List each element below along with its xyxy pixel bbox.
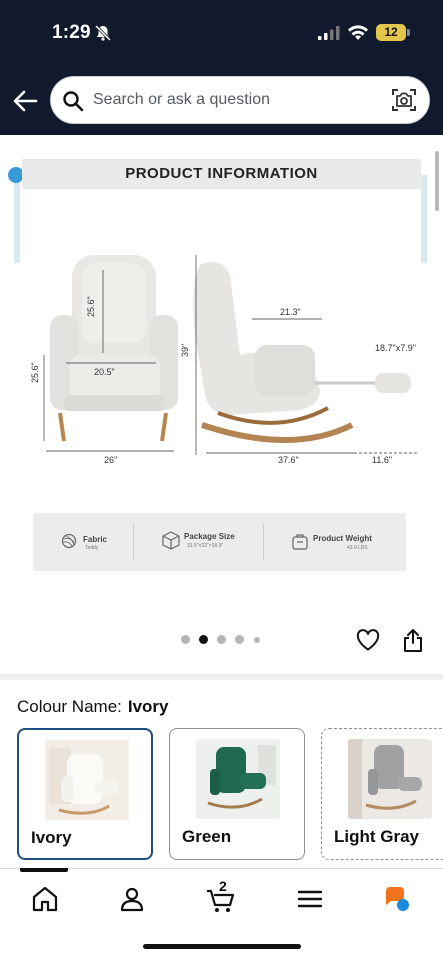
product-info-title: PRODUCT INFORMATION xyxy=(125,165,318,182)
scroll-indicator xyxy=(435,151,439,211)
carousel-dot[interactable] xyxy=(235,635,244,644)
spec-weight: Product Weight 43.9 LBS xyxy=(263,513,406,571)
share-icon[interactable] xyxy=(402,627,424,653)
spec-package-title: Package Size xyxy=(184,532,235,541)
green-chair-image xyxy=(196,739,280,819)
colour-label: Colour Name: xyxy=(17,697,122,716)
ivory-chair-image xyxy=(45,740,129,820)
dim-seat-depth: 21.3" xyxy=(280,307,301,317)
wifi-icon xyxy=(348,25,368,40)
account-icon[interactable] xyxy=(116,883,148,915)
chair-front-view xyxy=(50,255,178,442)
search-placeholder: Search or ask a question xyxy=(93,91,270,108)
swatch-label: Green xyxy=(182,827,232,846)
battery-indicator: 12 xyxy=(376,24,406,41)
home-icon[interactable] xyxy=(29,883,61,915)
carousel-dot[interactable] xyxy=(181,635,190,644)
product-image-carousel[interactable]: PRODUCT INFORMATION 25.6" 20.5" 25.6" 26… xyxy=(0,135,443,660)
cart-count-badge: 2 xyxy=(219,878,227,894)
carousel-dot-active[interactable] xyxy=(199,635,208,644)
home-indicator xyxy=(143,944,301,949)
colour-selected-value: Ivory xyxy=(127,697,169,716)
product-info-banner: PRODUCT INFORMATION xyxy=(22,159,421,189)
swatch-green[interactable]: Green xyxy=(169,728,305,860)
dim-back-height: 25.6" xyxy=(86,296,96,317)
swatch-label: Light Gray xyxy=(334,827,420,846)
back-arrow-icon[interactable] xyxy=(10,86,40,116)
dim-footrest-extension: 11.6" xyxy=(372,455,392,465)
package-box-icon xyxy=(162,531,180,550)
yarn-ball-icon xyxy=(61,533,77,549)
dim-overall-width: 26" xyxy=(104,455,117,465)
weight-scale-icon xyxy=(292,534,308,550)
section-divider xyxy=(0,674,443,680)
dim-overall-depth: 37.6" xyxy=(278,455,299,465)
search-input[interactable]: Search or ask a question xyxy=(50,76,430,124)
search-icon xyxy=(63,91,84,112)
heart-icon[interactable] xyxy=(355,628,381,652)
signal-icon xyxy=(318,26,340,40)
spec-fabric-sub: Teddy xyxy=(85,545,99,551)
chair-dimension-diagram: 25.6" 20.5" 25.6" 26" 39" 21.3" 18.7"x7.… xyxy=(30,255,418,465)
swatch-label: Ivory xyxy=(31,828,72,847)
spec-weight-title: Product Weight xyxy=(313,534,372,543)
menu-icon[interactable] xyxy=(294,883,326,915)
dim-seat-width: 20.5" xyxy=(94,367,115,377)
spec-fabric: Fabric Teddy xyxy=(33,513,133,571)
camera-search-icon[interactable] xyxy=(391,87,417,113)
rufus-assistant-icon[interactable] xyxy=(382,883,414,915)
spec-package-sub: 31.5"×22"×18.9" xyxy=(187,543,224,549)
status-time: 1:29 xyxy=(52,22,91,43)
carousel-dot[interactable] xyxy=(254,637,260,643)
light-gray-chair-image xyxy=(348,739,432,819)
carousel-dot[interactable] xyxy=(217,635,226,644)
app-header: 1:29 12 Search or ask a question xyxy=(0,0,443,135)
spec-fabric-title: Fabric xyxy=(83,535,108,544)
swatch-light-gray[interactable]: Light Gray xyxy=(321,728,443,860)
spec-package: Package Size 31.5"×22"×18.9" xyxy=(133,513,263,571)
swatch-ivory[interactable]: Ivory xyxy=(17,728,153,860)
muted-bell-icon xyxy=(94,24,112,42)
dim-overall-height: 39" xyxy=(180,344,190,357)
battery-cap xyxy=(407,29,410,36)
spec-weight-sub: 43.9 LBS xyxy=(347,545,368,551)
active-tab-indicator xyxy=(20,868,68,872)
dim-seat-height: 25.6" xyxy=(30,362,40,383)
dim-footrest: 18.7"x7.9" xyxy=(375,343,416,353)
spec-strip: Fabric Teddy Package Size 31.5"×22"×18.9… xyxy=(33,513,406,571)
image-accent-bar-left xyxy=(14,175,20,263)
colour-name-row: Colour Name: Ivory xyxy=(17,697,169,717)
